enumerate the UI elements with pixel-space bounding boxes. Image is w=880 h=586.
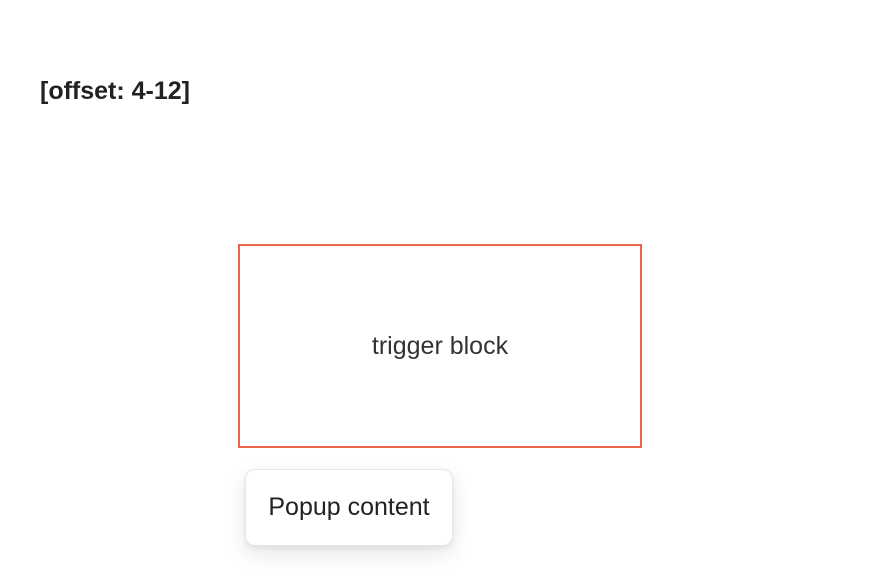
popup-content-text: Popup content (268, 493, 430, 521)
trigger-block[interactable]: trigger block (238, 244, 642, 448)
trigger-block-label: trigger block (371, 331, 509, 360)
page: [offset: 4-12] trigger block Popup conte… (0, 0, 880, 586)
offset-heading: [offset: 4-12] (40, 77, 191, 105)
popup: Popup content (245, 469, 453, 546)
